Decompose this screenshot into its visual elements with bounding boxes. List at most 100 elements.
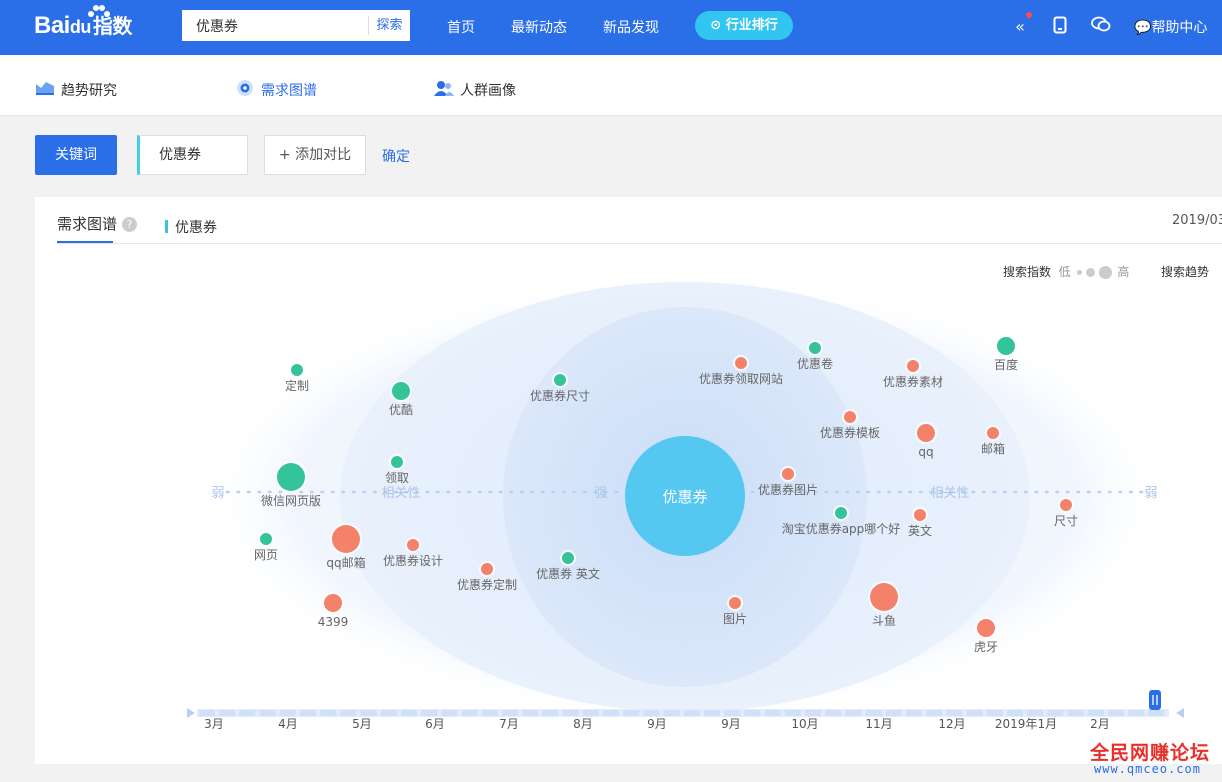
keyword-label[interactable]: 优惠券模板 <box>820 425 880 440</box>
timeline-month-label[interactable]: 5月 <box>352 717 372 731</box>
nav-latest-news[interactable]: 最新动态 <box>511 17 567 37</box>
timeline-segment <box>441 710 458 716</box>
keyword-bubble[interactable] <box>481 563 493 575</box>
keyword-bubble[interactable] <box>291 364 303 376</box>
keyword-bubble[interactable] <box>987 427 999 439</box>
search-button[interactable]: 探索 <box>368 16 410 35</box>
phone-icon[interactable] <box>1049 16 1071 38</box>
keyword-label[interactable]: 优惠券设计 <box>383 553 443 568</box>
timeline-month-label[interactable]: 7月 <box>499 717 519 731</box>
keyword-label[interactable]: 网页 <box>254 548 278 562</box>
keyword-label[interactable]: 英文 <box>908 523 932 538</box>
keyword-label[interactable]: 淘宝优惠券app哪个好 <box>782 521 901 536</box>
tab-trend-research[interactable]: 趋势研究 <box>35 79 117 100</box>
timeline-segment <box>582 710 599 716</box>
timeline-segment <box>380 710 397 716</box>
keyword-label[interactable]: 优惠券 英文 <box>536 566 600 581</box>
timeline-segment <box>1047 710 1064 716</box>
timeline-segment <box>401 710 417 716</box>
industry-ranking-button[interactable]: ⊙ 行业排行 <box>695 11 793 40</box>
timeline-month-label[interactable]: 10月 <box>791 717 818 731</box>
timeline-month-label[interactable]: 2019年1月 <box>995 717 1057 731</box>
keyword-label[interactable]: 优惠券图片 <box>758 482 818 497</box>
timeline-segment <box>623 710 640 716</box>
timeline-left-arrow-icon[interactable] <box>187 708 195 718</box>
keyword-bubble[interactable] <box>835 507 847 519</box>
keyword-bubble[interactable] <box>735 357 747 369</box>
keyword-bubble[interactable] <box>562 552 574 564</box>
keyword-bubble[interactable] <box>260 533 272 545</box>
confirm-link[interactable]: 确定 <box>382 146 410 166</box>
keyword-bubble[interactable] <box>332 525 360 553</box>
keyword-bubble[interactable] <box>407 539 419 551</box>
timeline-segment <box>1007 710 1023 716</box>
keyword-bubble[interactable] <box>729 597 741 609</box>
keyword-bubble[interactable] <box>870 583 898 611</box>
keyword-label[interactable]: 优惠券尺寸 <box>530 388 590 403</box>
search-input[interactable] <box>182 10 368 41</box>
keyword-bubble[interactable] <box>917 424 935 442</box>
keyword-bubble[interactable] <box>914 509 926 521</box>
tab-demand-map[interactable]: 需求图谱 <box>235 79 317 100</box>
tab-crowd-portrait[interactable]: 人群画像 <box>434 79 516 100</box>
keyword-bubble[interactable] <box>277 463 305 491</box>
keyword-label[interactable]: 斗鱼 <box>872 614 896 628</box>
timeline-month-label[interactable]: 3月 <box>204 717 224 731</box>
timeline-month-label[interactable]: 9月 <box>647 717 667 731</box>
keyword-label[interactable]: qq邮箱 <box>326 555 365 570</box>
timeline-segment <box>744 710 761 716</box>
nav-new-products[interactable]: 新品发现 <box>603 17 659 37</box>
timeline-right-arrow-icon[interactable] <box>1176 708 1184 718</box>
keyword-bubble[interactable] <box>844 411 856 423</box>
keyword-bubble[interactable] <box>1060 499 1072 511</box>
timeline-segment <box>219 710 236 716</box>
keyword-label[interactable]: 图片 <box>723 612 747 626</box>
dimension-icon[interactable]: « <box>1009 12 1032 38</box>
keyword-bubble[interactable] <box>809 342 821 354</box>
timeline-month-label[interactable]: 12月 <box>938 717 965 731</box>
keyword-label[interactable]: 虎牙 <box>974 640 998 654</box>
keyword-label[interactable]: 优酷 <box>389 403 413 417</box>
timeline-month-label[interactable]: 4月 <box>278 717 298 731</box>
keyword-bubble[interactable] <box>391 456 403 468</box>
keyword-label[interactable]: 邮箱 <box>981 441 1005 456</box>
timeline-segment <box>946 710 963 716</box>
keyword-label[interactable]: 优惠券素材 <box>883 374 943 389</box>
timeline-month-label[interactable]: 11月 <box>865 717 892 731</box>
keyword-label[interactable]: 百度 <box>994 357 1018 372</box>
search-box: 探索 <box>181 9 411 42</box>
keyword-bubble[interactable] <box>324 594 342 612</box>
keyword-label[interactable]: 尺寸 <box>1054 514 1078 528</box>
timeline-segment <box>320 710 337 716</box>
keyword-bubble[interactable] <box>907 360 919 372</box>
keyword-label[interactable]: 4399 <box>318 615 349 629</box>
timeline-segment <box>825 710 842 716</box>
keyword-label[interactable]: 优惠券定制 <box>457 577 517 592</box>
keyword-bubble[interactable] <box>782 468 794 480</box>
keyword-label[interactable]: 优惠券领取网站 <box>699 371 783 386</box>
keyword-field[interactable]: 优惠券 <box>137 135 248 175</box>
keyword-button[interactable]: 关键词 <box>35 135 117 175</box>
timeline-segment <box>522 710 539 716</box>
people-icon <box>434 79 454 96</box>
timeline-month-label[interactable]: 8月 <box>573 717 593 731</box>
keyword-bubble[interactable] <box>392 382 410 400</box>
timeline-month-label[interactable]: 9月 <box>721 717 741 731</box>
keyword-label[interactable]: 领取 <box>385 471 409 485</box>
keyword-bubble[interactable] <box>554 374 566 386</box>
keyword-bubble[interactable] <box>977 619 995 637</box>
wechat-icon[interactable] <box>1090 16 1112 38</box>
timeline-handle[interactable] <box>1149 690 1161 710</box>
keyword-label[interactable]: 定制 <box>285 378 309 393</box>
keyword-label[interactable]: 微信网页版 <box>261 494 321 508</box>
nav-home[interactable]: 首页 <box>447 17 475 37</box>
timeline-segment <box>784 710 801 716</box>
timeline-month-label[interactable]: 2月 <box>1090 717 1110 731</box>
help-center-link[interactable]: 💬帮助中心 <box>1134 17 1207 37</box>
timeline-month-label[interactable]: 6月 <box>425 717 445 731</box>
baidu-index-logo[interactable]: Baidu 指数 <box>34 5 132 40</box>
keyword-label[interactable]: qq <box>918 445 933 459</box>
keyword-label[interactable]: 优惠卷 <box>797 356 833 371</box>
add-compare-button[interactable]: + 添加对比 <box>264 135 366 175</box>
keyword-bubble[interactable] <box>997 337 1015 355</box>
